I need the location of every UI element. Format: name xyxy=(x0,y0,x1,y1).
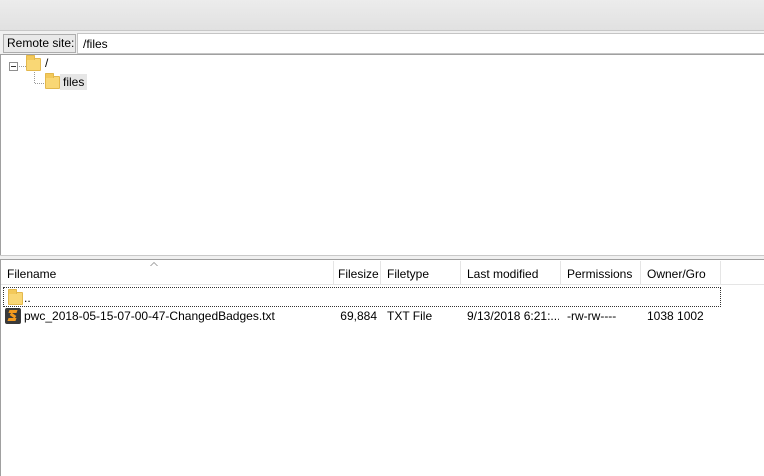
file-row[interactable]: pwc_2018-05-15-07-00-47-ChangedBadges.tx… xyxy=(3,306,721,326)
window-top-strip xyxy=(0,0,764,31)
folder-icon xyxy=(26,55,41,71)
file-row-parent-directory[interactable]: .. xyxy=(3,287,721,307)
file-name: .. xyxy=(24,291,31,305)
tree-item-files[interactable]: files xyxy=(60,74,88,90)
remote-directory-tree xyxy=(0,55,764,255)
tree-connector xyxy=(19,66,26,67)
remote-site-label: Remote site: xyxy=(3,34,76,53)
remote-site-bar: Remote site: xyxy=(0,31,764,55)
file-owner-group: 1038 1002 xyxy=(647,309,704,323)
column-header-filetype[interactable]: Filetype xyxy=(381,261,461,285)
file-permissions: -rw-rw---- xyxy=(567,309,617,323)
file-last-modified: 9/13/2018 6:21:... xyxy=(467,309,559,323)
column-header-permissions[interactable]: Permissions xyxy=(561,261,641,285)
text-file-icon xyxy=(5,308,21,324)
folder-icon xyxy=(8,289,23,305)
sort-ascending-icon xyxy=(150,262,158,266)
column-header-filesize[interactable]: Filesize xyxy=(334,261,381,285)
column-header-owner-group[interactable]: Owner/Gro xyxy=(641,261,721,285)
tree-connector xyxy=(34,72,35,83)
tree-item-root[interactable]: / xyxy=(45,56,48,70)
tree-connector xyxy=(35,83,44,84)
column-header-last-modified[interactable]: Last modified xyxy=(461,261,561,285)
file-list-header: Filename Filesize Filetype Last modified… xyxy=(1,261,764,285)
file-size: 69,884 xyxy=(340,309,377,323)
file-name: pwc_2018-05-15-07-00-47-ChangedBadges.tx… xyxy=(24,309,275,323)
remote-path-input[interactable] xyxy=(77,33,764,54)
folder-icon xyxy=(45,73,60,89)
column-header-filename[interactable]: Filename xyxy=(1,261,334,285)
file-type: TXT File xyxy=(387,309,433,323)
tree-collapse-toggle[interactable] xyxy=(9,62,18,71)
